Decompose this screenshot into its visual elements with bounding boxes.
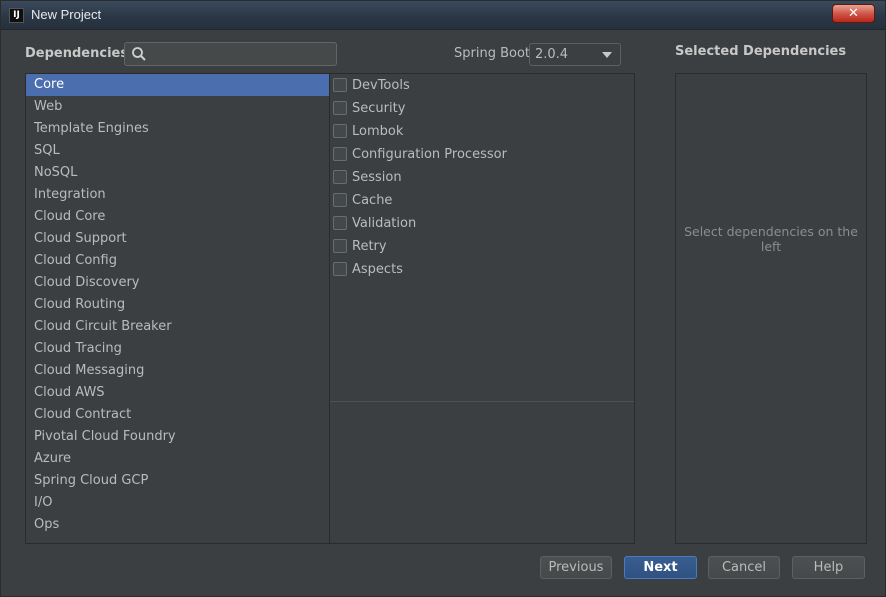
selected-dependencies-panel: Select dependencies on the left (675, 73, 867, 544)
dependency-item[interactable]: Session (330, 166, 634, 189)
search-box[interactable] (124, 42, 337, 66)
category-item[interactable]: Spring Cloud GCP (26, 470, 329, 492)
category-item[interactable]: Cloud Tracing (26, 338, 329, 360)
category-item[interactable]: Azure (26, 448, 329, 470)
close-button[interactable]: ✕ (832, 4, 875, 23)
previous-button[interactable]: Previous (540, 556, 612, 579)
next-button[interactable]: Next (624, 556, 697, 579)
dependency-list: DevTools Security Lombok Configuration P… (329, 73, 635, 544)
intellij-app-icon: IJ (9, 8, 24, 23)
category-item[interactable]: Ops (26, 514, 329, 536)
category-item[interactable]: Cloud Routing (26, 294, 329, 316)
category-item[interactable]: Web (26, 96, 329, 118)
category-item[interactable]: Cloud Config (26, 250, 329, 272)
help-button[interactable]: Help (792, 556, 865, 579)
dependency-checkbox[interactable] (333, 170, 347, 184)
cancel-button[interactable]: Cancel (708, 556, 780, 579)
dependency-checkbox[interactable] (333, 124, 347, 138)
dependency-checkbox[interactable] (333, 78, 347, 92)
category-item[interactable]: Cloud Messaging (26, 360, 329, 382)
category-item[interactable]: NoSQL (26, 162, 329, 184)
dependencies-heading: Dependencies (25, 46, 129, 61)
dependency-item[interactable]: Aspects (330, 258, 634, 281)
dependency-item[interactable]: Cache (330, 189, 634, 212)
dependency-item[interactable]: Validation (330, 212, 634, 235)
dependency-item[interactable]: Lombok (330, 120, 634, 143)
window-title: New Project (31, 7, 102, 22)
dependency-label: Validation (352, 216, 417, 231)
category-item[interactable]: SQL (26, 140, 329, 162)
empty-selection-message: Select dependencies on the left (684, 224, 858, 254)
selected-dependencies-heading: Selected Dependencies (675, 44, 847, 59)
dependency-checkbox[interactable] (333, 147, 347, 161)
category-item[interactable]: Pivotal Cloud Foundry (26, 426, 329, 448)
dependency-label: Security (352, 101, 406, 116)
category-item[interactable]: Cloud Contract (26, 404, 329, 426)
dependency-label: Aspects (352, 262, 403, 277)
search-icon (132, 47, 146, 61)
category-list: Core Web Template Engines SQL NoSQL Inte… (25, 73, 330, 544)
title-bar[interactable]: IJ New Project ✕ (1, 1, 885, 30)
spring-boot-version-value: 2.0.4 (535, 47, 569, 62)
category-item[interactable]: Cloud Discovery (26, 272, 329, 294)
category-item[interactable]: Cloud Circuit Breaker (26, 316, 329, 338)
dependency-checkbox[interactable] (333, 193, 347, 207)
dependency-checkbox[interactable] (333, 239, 347, 253)
dependency-item[interactable]: Security (330, 97, 634, 120)
dependency-item[interactable]: Retry (330, 235, 634, 258)
dependency-label: Retry (352, 239, 387, 254)
dependency-checkbox[interactable] (333, 262, 347, 276)
category-item[interactable]: Cloud AWS (26, 382, 329, 404)
category-item[interactable]: Template Engines (26, 118, 329, 140)
dependency-label: Lombok (352, 124, 404, 139)
category-item[interactable]: Integration (26, 184, 329, 206)
spring-boot-label: Spring Boot (454, 46, 531, 61)
dependency-checkbox[interactable] (333, 101, 347, 115)
new-project-dialog: IJ New Project ✕ Dependencies Spring Boo… (0, 0, 886, 597)
category-item[interactable]: I/O (26, 492, 329, 514)
dependency-label: Session (352, 170, 402, 185)
dependency-label: Configuration Processor (352, 147, 507, 162)
dependency-item[interactable]: DevTools (330, 74, 634, 97)
category-item[interactable]: Cloud Core (26, 206, 329, 228)
dependency-label: Cache (352, 193, 393, 208)
dependency-item[interactable]: Configuration Processor (330, 143, 634, 166)
description-divider[interactable] (330, 401, 634, 402)
dependency-label: DevTools (352, 78, 410, 93)
category-item[interactable]: Core (26, 74, 329, 96)
spring-boot-version-select[interactable]: 2.0.4 (529, 43, 621, 66)
search-input[interactable] (151, 45, 331, 63)
category-item[interactable]: Cloud Support (26, 228, 329, 250)
chevron-down-icon (602, 52, 612, 58)
dependency-checkbox[interactable] (333, 216, 347, 230)
